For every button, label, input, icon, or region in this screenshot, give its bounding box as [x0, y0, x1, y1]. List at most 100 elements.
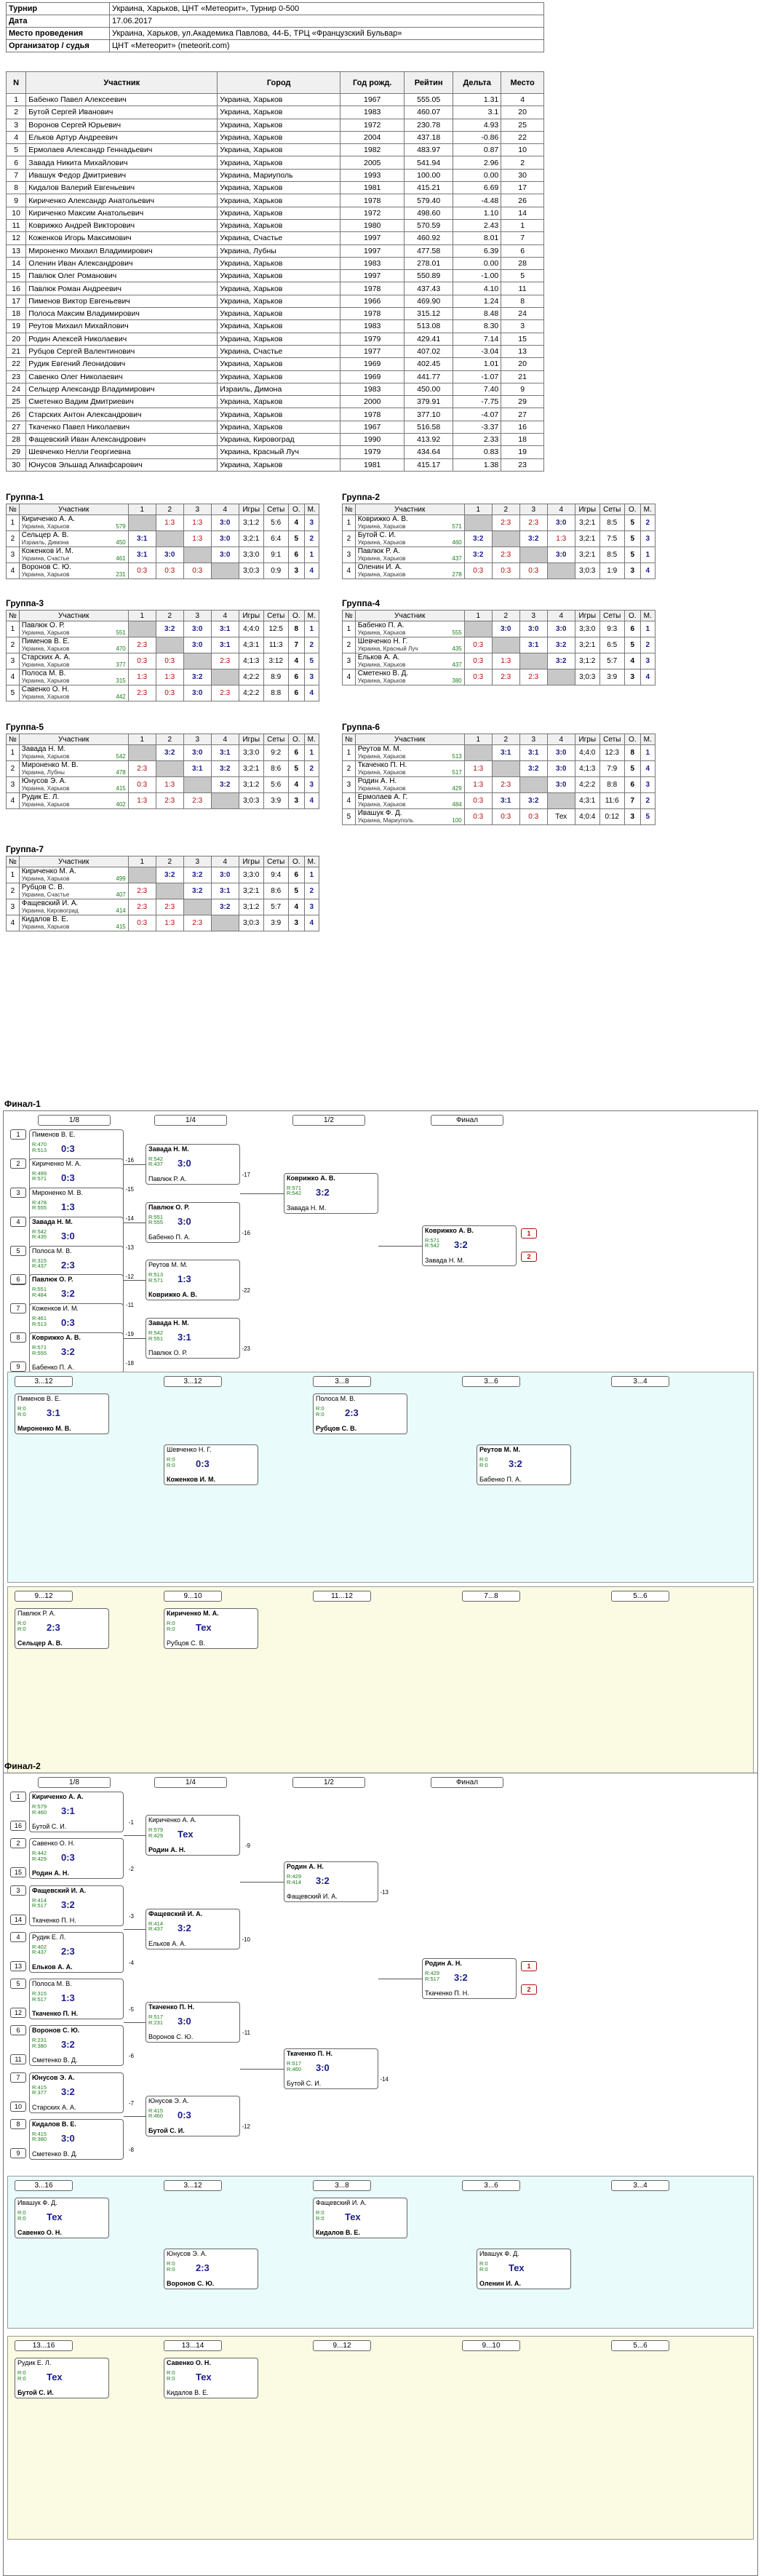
match-ratings: R:0 R:0 — [479, 2261, 488, 2272]
place: 3 — [303, 899, 319, 915]
match-ratings: R:499 R:571 — [32, 1171, 47, 1182]
group-header-cell: 2 — [155, 504, 184, 515]
match-player-2: Савенко О. Н. — [17, 2229, 62, 2236]
roster-cell: 434.64 — [404, 445, 454, 459]
roster-cell: 1981 — [340, 458, 405, 472]
match-result: R:0 R:0 Тех — [167, 1620, 257, 1639]
match-cell: 2:3 — [183, 915, 212, 931]
roster-row: 30 Юнусов Эльшад Алиафсарович Украина, Хар… — [5, 458, 544, 472]
roster-cell: 315.12 — [404, 307, 454, 321]
match-cell: 0:3 — [519, 808, 548, 825]
round-label: Финал — [431, 1115, 503, 1126]
roster-cell: 1980 — [340, 218, 405, 233]
group-header-row: № Участник 1 2 3 4 Игры Сеты О. М. — [342, 610, 656, 621]
match-cell — [183, 653, 212, 669]
rating-value: R:429 — [148, 1832, 164, 1839]
sets-stat: 8:5 — [599, 546, 625, 563]
match-score: 3:0 — [178, 1157, 191, 1169]
match-number: -8 — [128, 2146, 134, 2153]
group-header-cell: 2 — [491, 734, 520, 745]
match-player-1: Ивашук Ф. Д. — [17, 2199, 57, 2206]
place: 2 — [640, 637, 656, 653]
seed-box: 3 — [10, 1885, 26, 1896]
roster-cell: 19 — [501, 445, 544, 459]
player-rating: 407 — [116, 891, 126, 898]
roster-cell: 4 — [501, 92, 544, 107]
sets-stat: 6:5 — [599, 637, 625, 653]
games-stat: 4;3:1 — [574, 792, 600, 809]
place: 3 — [640, 776, 656, 793]
group-header-cell: 3 — [519, 504, 548, 515]
player-name: Кириченко М. А. — [21, 867, 76, 875]
roster-cell: 20 — [5, 332, 27, 346]
place: 4 — [303, 562, 319, 579]
roster-cell: 6.39 — [453, 244, 502, 258]
match-result: R:415 R:380 3:0 -8 — [32, 2131, 134, 2153]
sets-stat: 8:8 — [263, 685, 289, 701]
match-result: R:517 R:231 3:0 -11 — [148, 2014, 250, 2036]
match-player-1: Коженков И. М. — [32, 1305, 79, 1313]
round-label: 9...12 — [15, 1591, 73, 1602]
seed-box: 1 — [10, 1129, 26, 1140]
points: 5 — [623, 546, 641, 563]
match-ratings: R:0 R:0 — [316, 1406, 324, 1417]
connector — [124, 1928, 146, 1930]
rating-value: R:0 — [167, 1625, 175, 1632]
roster-cell: 437.43 — [404, 282, 454, 295]
connector — [378, 1245, 422, 1247]
player-city: Украина, Харьков 377 — [21, 661, 126, 668]
match-player-1: Завада Н. М. — [32, 1217, 73, 1225]
match-cell: 2:3 — [210, 685, 239, 701]
roster-cell: 28 — [501, 256, 544, 271]
match-score: 3:0 — [178, 1215, 191, 1227]
group-row-number: 2 — [6, 637, 20, 653]
match-result: R:0 R:0 2:3 — [316, 1405, 406, 1424]
roster-cell: Украина, Харьков — [217, 395, 341, 409]
group-header-cell: Сеты — [599, 734, 625, 745]
sets-stat: 12:3 — [599, 744, 625, 761]
group-row-number: 3 — [342, 776, 356, 793]
match-cell: 2:3 — [491, 776, 520, 793]
group-header-cell: № — [6, 734, 20, 745]
connector — [240, 1193, 284, 1194]
player-city: Украина, Харьков 415 — [21, 923, 126, 930]
match-cell: 3:0 — [546, 546, 575, 563]
roster-cell: Коврижко Андрей Викторович — [25, 218, 218, 233]
roster-cell: 437.18 — [404, 130, 454, 145]
roster-cell: Украина, Харьков — [217, 307, 341, 321]
roster-cell: 1997 — [340, 231, 405, 245]
roster-cell: 460.07 — [404, 106, 454, 119]
roster-cell: Ельков Артур Андреевич — [25, 130, 218, 145]
games-stat: 3;0:3 — [574, 669, 600, 685]
match-player-2: Рубцов С. В. — [316, 1425, 357, 1432]
match-number: -13 — [380, 1889, 389, 1896]
rating-value: R:0 — [479, 2265, 488, 2273]
roster-cell: 429.41 — [404, 332, 454, 346]
roster-cell: Украина, Харьков — [217, 370, 341, 383]
match-cell: 3:1 — [210, 621, 239, 637]
roster-cell: 30 — [5, 458, 27, 472]
group-row-number: 3 — [6, 899, 20, 915]
match-score: 0:3 — [178, 2109, 191, 2120]
sets-stat: 5:7 — [263, 899, 289, 915]
player-city: Украина, Харьков 470 — [21, 645, 126, 652]
seed-box: 7 — [10, 1303, 26, 1314]
roster-cell: 278.01 — [404, 256, 454, 271]
group-row: 3 Фащевский И. А. Украина, Кировоград 414 2:… — [6, 899, 319, 915]
roster-cell: 10 — [5, 206, 27, 220]
roster-cell: Украина, Мариуполь — [217, 168, 341, 183]
roster-cell: Украина, Харьков — [217, 256, 341, 271]
sets-stat: 1:9 — [599, 562, 625, 579]
roster-cell: 460.92 — [404, 231, 454, 245]
roster-cell: 29 — [5, 445, 27, 459]
roster-cell: Рудик Евгений Леонидович — [25, 357, 218, 371]
player-name: Полоса М. В. — [21, 669, 66, 677]
match-cell: 3:1 — [519, 637, 548, 653]
roster-cell: 1969 — [340, 357, 405, 371]
match-score: Тех — [509, 2262, 525, 2273]
connector — [124, 1280, 146, 1281]
match-score: 0:3 — [61, 1143, 75, 1154]
round-label: 7...8 — [462, 1591, 520, 1602]
group-header-cell: М. — [303, 610, 319, 621]
match-number: -16 — [125, 1157, 134, 1164]
